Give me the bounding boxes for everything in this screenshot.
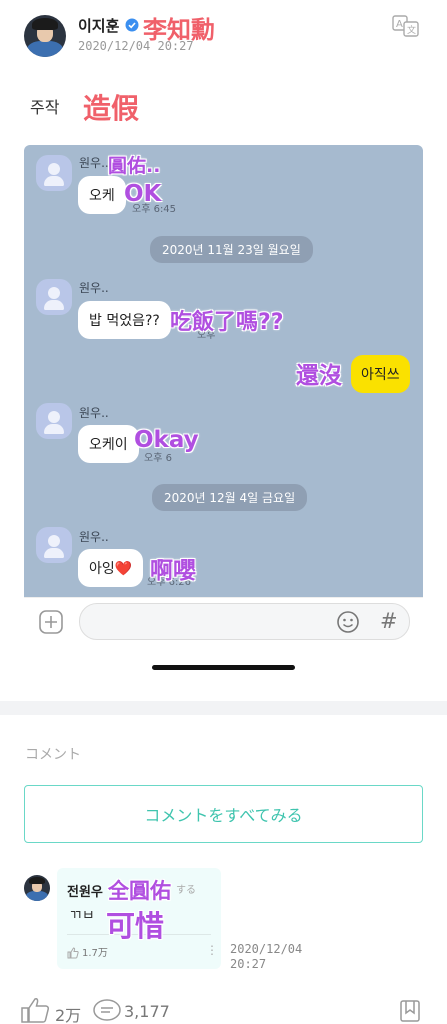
bookmark-icon[interactable] — [399, 999, 421, 1024]
sender-avatar — [36, 279, 72, 315]
commenter-name-overlay: 全圓佑 — [108, 879, 171, 903]
svg-text:文: 文 — [407, 24, 416, 36]
translate-icon[interactable]: A文 — [392, 15, 420, 41]
plus-square-icon[interactable] — [38, 609, 64, 639]
sender-name-overlay: 圓佑.. — [108, 155, 161, 177]
sender-name: 원우.. — [79, 156, 109, 170]
chat-bubble: 밥 먹었음?? — [78, 301, 171, 339]
sender-name: 원우.. — [79, 281, 109, 295]
chat-bubble-overlay: 吃飯了嗎?? — [170, 310, 284, 335]
emoji-icon[interactable] — [336, 610, 360, 638]
comment-date-line1: 2020/12/04 — [230, 942, 303, 956]
like-hand-icon[interactable] — [20, 996, 52, 1024]
comment-text-overlay: 可惜 — [106, 909, 165, 943]
date-divider: 2020년 12월 4일 금요일 — [152, 484, 308, 511]
my-chat-bubble: 아직쓰 — [351, 355, 410, 393]
chat-bubble: 오케이 — [78, 425, 139, 463]
like-hand-icon[interactable] — [67, 944, 79, 963]
post-body: 주작 — [30, 98, 60, 117]
chat-bubble-overlay: Okay — [134, 427, 199, 453]
post-page: 이지훈 李知勳 2020/12/04 20:27 A文 주작 造假 원우.. 圓… — [0, 0, 447, 1024]
chat-screenshot: 원우.. 圓佑.. 오케 오후 6:45 OK 2020년 11월 23일 월요… — [24, 145, 423, 597]
sender-name: 원우.. — [79, 530, 109, 544]
comment-text: ㄲㅂ — [69, 908, 95, 924]
post-body-overlay: 造假 — [83, 92, 140, 125]
author-avatar[interactable] — [24, 15, 66, 57]
comment-suffix: する — [176, 885, 196, 896]
more-vertical-icon[interactable]: ⋮ — [206, 943, 218, 957]
hash-icon[interactable]: # — [380, 609, 398, 633]
sender-avatar — [36, 155, 72, 191]
chat-bubble: 아잉❤️ — [78, 549, 144, 587]
chat-bubble-overlay: 啊嚶 — [150, 558, 196, 584]
post-date: 2020/12/04 20:27 — [78, 39, 194, 53]
comment-count: 3,177 — [124, 1002, 170, 1021]
chat-bubble-overlay: OK — [124, 181, 162, 207]
like-count: 2万 — [55, 1006, 82, 1024]
verified-badge-icon — [125, 17, 139, 36]
all-comments-button[interactable]: コメントをすべてみる — [24, 785, 423, 843]
commenter-avatar[interactable] — [24, 875, 50, 901]
comment-like-count: 1.7万 — [82, 948, 108, 959]
section-divider — [0, 701, 447, 715]
comment-date-line2: 20:27 — [230, 957, 267, 971]
chat-input-bar: # — [24, 597, 423, 645]
author-name[interactable]: 이지훈 — [78, 15, 119, 36]
chat-bubble-overlay: 還沒 — [296, 363, 342, 389]
comments-title: コメント — [25, 747, 81, 763]
sender-name: 원우.. — [79, 406, 109, 420]
chat-bubble: 오케 — [78, 176, 126, 214]
comment-date: 2020/12/04 20:27 — [230, 942, 302, 972]
home-indicator — [152, 665, 295, 670]
svg-text:A: A — [396, 19, 403, 30]
commenter-name[interactable]: 전원우 — [67, 881, 103, 900]
date-divider: 2020년 11월 23일 월요일 — [150, 236, 313, 263]
comment-bubble-icon[interactable] — [92, 998, 122, 1024]
sender-avatar — [36, 527, 72, 563]
chat-input[interactable] — [79, 603, 410, 640]
sender-avatar — [36, 403, 72, 439]
